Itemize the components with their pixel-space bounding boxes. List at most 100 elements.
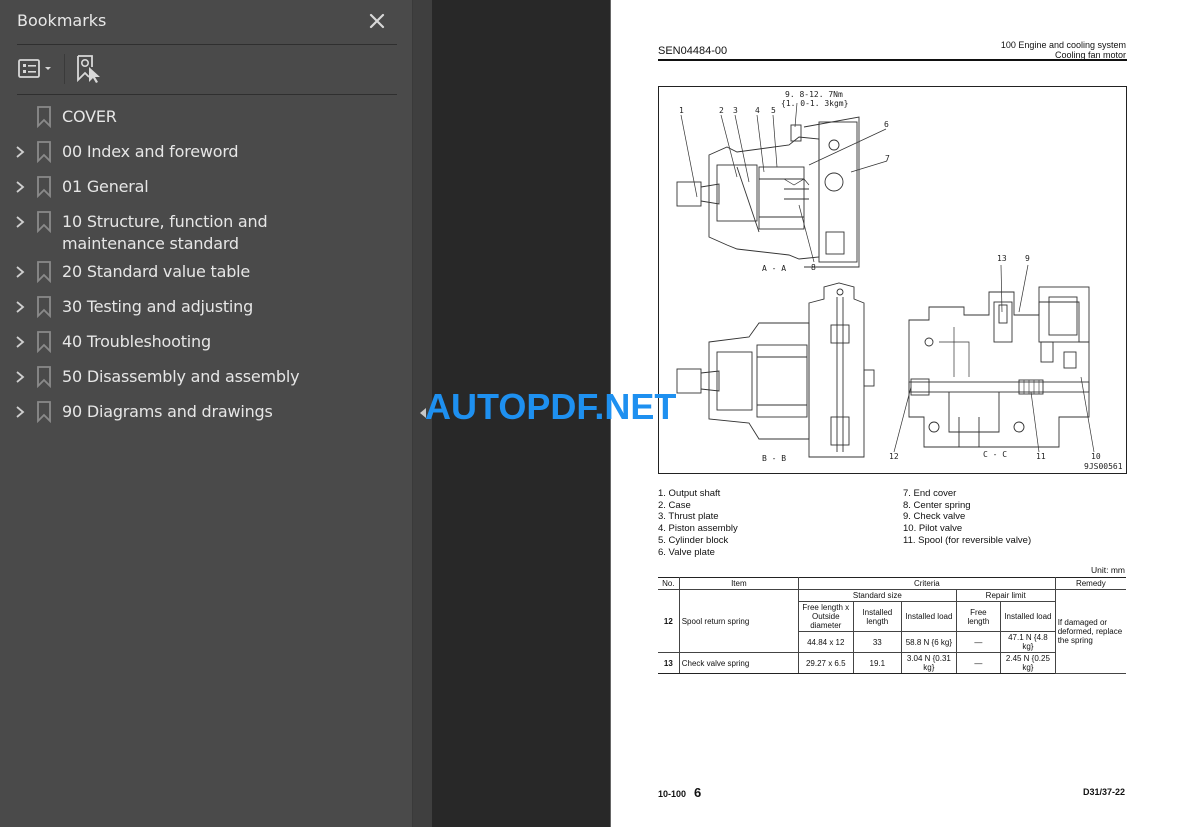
list-options-icon bbox=[18, 59, 51, 78]
expand-chevron-icon[interactable] bbox=[10, 296, 30, 318]
header-criteria: Criteria bbox=[797, 577, 1056, 590]
legend-item: 4. Piston assembly bbox=[658, 523, 738, 535]
bookmark-icon bbox=[36, 401, 52, 423]
bookmark-item[interactable]: 10 Structure, function and maintenance s… bbox=[0, 205, 412, 255]
expand-chevron-icon[interactable] bbox=[10, 331, 30, 353]
close-bookmarks-button[interactable] bbox=[365, 8, 389, 34]
row-12-no: 12 bbox=[658, 589, 680, 653]
row-12-free-length-limit: — bbox=[955, 631, 1002, 653]
diagram-labels: 9. 8-12. 7Nm {1. 0-1. 3kgm} 1 2 3 4 5 6 … bbox=[679, 90, 1123, 471]
bookmark-item[interactable]: 50 Disassembly and assembly bbox=[0, 360, 412, 395]
bookmark-item[interactable]: 20 Standard value table bbox=[0, 255, 412, 290]
bookmark-item[interactable]: COVER bbox=[0, 100, 412, 135]
toolbar-separator bbox=[64, 54, 65, 84]
header-free-length: Free length bbox=[955, 601, 1002, 632]
header-installed-load: Installed load bbox=[901, 601, 957, 632]
bookmark-options-button[interactable] bbox=[17, 56, 57, 82]
bookmarks-panel: Bookmarks COVER 00 Index and foreword 01… bbox=[0, 0, 412, 827]
row-13-no: 13 bbox=[658, 652, 680, 674]
bookmark-icon bbox=[36, 366, 52, 388]
callout-10: 10 bbox=[1091, 452, 1101, 461]
expand-chevron-icon[interactable] bbox=[10, 261, 30, 283]
bookmark-item[interactable]: 40 Troubleshooting bbox=[0, 325, 412, 360]
bookmark-icon bbox=[36, 261, 52, 283]
section-title: 100 Engine and cooling system Cooling fa… bbox=[1001, 40, 1126, 60]
bookmark-label: 30 Testing and adjusting bbox=[62, 297, 254, 316]
view-b-b-drawing bbox=[676, 282, 875, 458]
header-divider bbox=[17, 44, 397, 45]
bookmark-item[interactable]: 01 General bbox=[0, 170, 412, 205]
legend-item: 6. Valve plate bbox=[658, 546, 715, 558]
expand-chevron-icon[interactable] bbox=[10, 141, 30, 163]
bookmark-label: 00 Index and foreword bbox=[62, 142, 239, 161]
expand-chevron-icon[interactable] bbox=[10, 366, 30, 388]
row-12-installed-load-limit: 47.1 N {4.8 kg} bbox=[1000, 631, 1056, 653]
bookmark-icon bbox=[36, 331, 52, 353]
page-footer-left: 10-100 6 bbox=[658, 785, 701, 800]
legend-item: 5. Cylinder block bbox=[658, 534, 729, 546]
section-line-1: 100 Engine and cooling system bbox=[1000, 40, 1126, 50]
header-installed-load-limit: Installed load bbox=[1000, 601, 1056, 632]
row-13-item: Check valve spring bbox=[678, 652, 799, 674]
callout-2: 2 bbox=[719, 106, 724, 115]
legend-item: 8. Center spring bbox=[903, 499, 971, 511]
callout-12: 12 bbox=[889, 452, 899, 461]
parts-legend-right: 7. End cover 8. Center spring 9. Check val… bbox=[903, 488, 1031, 547]
row-12-installed-length: 33 bbox=[852, 631, 903, 653]
document-id: SEN04484-00 bbox=[658, 45, 728, 57]
watermark-text-1: AUTOPDF bbox=[425, 386, 595, 427]
expand-chevron-icon[interactable] bbox=[10, 176, 30, 198]
bookmark-label: 40 Troubleshooting bbox=[62, 332, 211, 351]
bookmark-item[interactable]: 90 Diagrams and drawings bbox=[0, 395, 412, 430]
header-item: Item bbox=[678, 577, 799, 590]
callout-4: 4 bbox=[755, 106, 760, 115]
header-free-length-od: Free length x Outside diameter bbox=[797, 601, 854, 632]
pdf-page: SEN04484-00 100 Engine and cooling syste… bbox=[610, 0, 1200, 827]
cooling-fan-motor-diagram: 9. 8-12. 7Nm {1. 0-1. 3kgm} 1 2 3 4 5 6 … bbox=[658, 86, 1127, 474]
diagram-drawing: 9. 8-12. 7Nm {1. 0-1. 3kgm} 1 2 3 4 5 6 … bbox=[676, 90, 1123, 471]
footer-model: D31/37-22 bbox=[1082, 787, 1125, 797]
bookmarks-header: Bookmarks bbox=[17, 8, 397, 36]
footer-page-number: 6 bbox=[694, 785, 702, 800]
legend-item: 10. Pilot valve bbox=[903, 523, 963, 535]
header-repair-limit: Repair limit bbox=[955, 589, 1056, 602]
bookmark-list: COVER 00 Index and foreword 01 General 10 S… bbox=[0, 100, 412, 430]
row-13-free-length-od: 29.27 x 6.5 bbox=[797, 652, 854, 674]
callout-7: 7 bbox=[885, 154, 890, 163]
row-12-item: Spool return spring bbox=[678, 589, 799, 653]
close-icon bbox=[369, 13, 385, 29]
caret-down-icon bbox=[45, 67, 51, 70]
view-c-c-drawing bbox=[908, 286, 1090, 448]
watermark-text-2: .NET bbox=[594, 386, 677, 427]
row-13-installed-length: 19.1 bbox=[852, 652, 903, 674]
legend-item: 3. Thrust plate bbox=[658, 511, 719, 523]
callout-8: 8 bbox=[811, 263, 816, 272]
view-a-a-label: A - A bbox=[762, 264, 786, 273]
footer-code: 10-100 bbox=[658, 789, 687, 799]
bookmark-label: 20 Standard value table bbox=[62, 262, 251, 281]
bookmark-item[interactable]: 00 Index and foreword bbox=[0, 135, 412, 170]
toolbar-divider bbox=[17, 94, 397, 95]
callout-13: 13 bbox=[997, 254, 1007, 263]
header-remedy: Remedy bbox=[1054, 577, 1126, 590]
bookmark-label: COVER bbox=[62, 107, 117, 126]
bookmark-label: 10 Structure, function and maintenance s… bbox=[62, 212, 268, 253]
bookmark-label: 01 General bbox=[62, 177, 149, 196]
view-a-a-drawing bbox=[676, 116, 860, 268]
header-standard-size: Standard size bbox=[797, 589, 957, 602]
bookmark-item[interactable]: 30 Testing and adjusting bbox=[0, 290, 412, 325]
legend-item: 7. End cover bbox=[903, 488, 957, 499]
spring-spec-table: No. Item Criteria Remedy 12 Spool return… bbox=[658, 577, 1126, 674]
callout-5: 5 bbox=[771, 106, 776, 115]
expand-chevron-icon[interactable] bbox=[10, 211, 30, 233]
bookmark-icon bbox=[36, 176, 52, 198]
header-no: No. bbox=[658, 577, 680, 590]
expand-chevron-icon[interactable] bbox=[10, 401, 30, 423]
remedy-text: If damaged or deformed, replace the spri… bbox=[1054, 589, 1126, 674]
bookmark-icon bbox=[36, 106, 52, 128]
row-13-installed-load: 3.04 N {0.31 kg} bbox=[901, 652, 957, 674]
torque-spec-kgm-label: {1. 0-1. 3kgm} bbox=[781, 99, 848, 108]
legend-item: 2. Case bbox=[658, 499, 691, 511]
find-current-bookmark-icon bbox=[77, 55, 100, 83]
find-current-bookmark-button[interactable] bbox=[75, 54, 103, 84]
